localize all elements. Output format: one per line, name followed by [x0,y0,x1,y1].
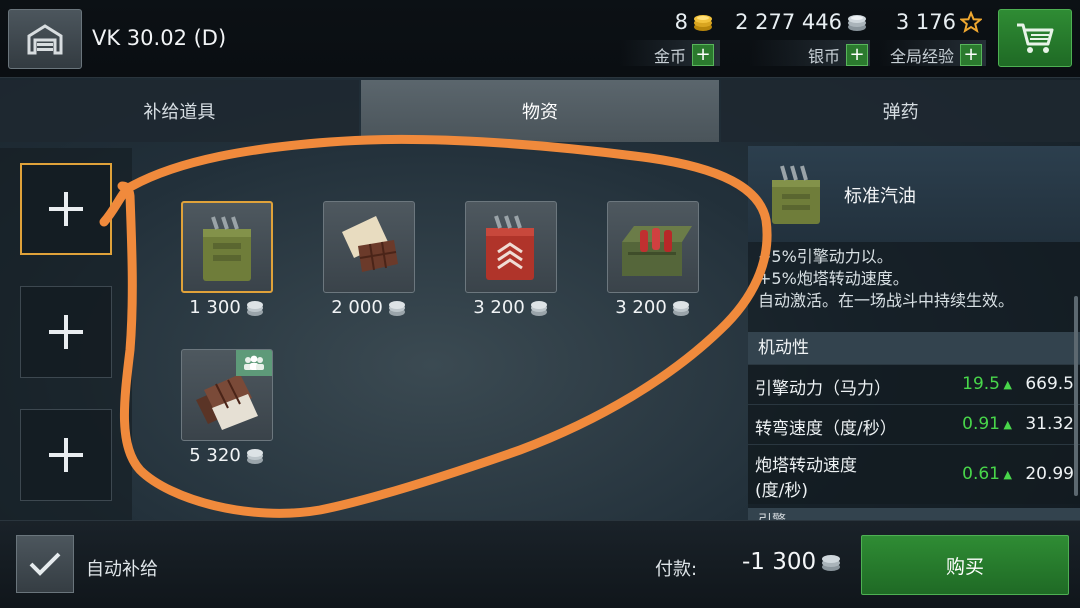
item-price: 1 300 [189,297,241,318]
item-details-panel: 标准汽油 +5%引擎动力以。 +5%炮塔转动速度。 自动激活。在一场战斗中持续生… [748,146,1080,520]
item-price: 3 200 [473,297,525,318]
consumables-tabs: 补给道具 物资 弹药 [0,80,1080,142]
item-price: 5 320 [189,445,241,466]
stat-bonus: 0.91 [962,414,1000,434]
crew-badge [236,350,272,376]
equipped-slots [0,148,132,520]
silver-coin-icon [672,300,689,316]
effects-list: +5%引擎动力以。 +5%炮塔转动速度。 自动激活。在一场战斗中持续生效。 [758,246,1076,312]
checkmark-icon [29,552,61,576]
engine-section-header: 引擎 [748,508,1080,520]
details-header: 标准汽油 [748,146,1080,242]
star-icon [960,11,982,33]
plus-icon [49,438,83,472]
stat-row-turret-traverse: 炮塔转动速度 (度/秒) 0.61 ▲ 20.99 [748,444,1080,504]
effect-line: +5%引擎动力以。 [758,247,893,266]
silver-coins-icon [848,15,866,31]
add-free-xp-button[interactable]: + [960,44,982,66]
stat-name: 引擎动力（马力） [755,379,891,399]
chocolate-icon [342,216,398,272]
stat-bonus: 0.61 [962,464,1000,484]
silver-label: 银币 [807,47,840,66]
provision-slot-1[interactable] [20,163,112,255]
free-xp-currency: 3 176 全局经验 + [880,10,982,70]
auto-resupply-checkbox[interactable] [16,535,74,593]
standard-fuel-icon [772,165,820,224]
garage-button[interactable] [8,9,82,69]
silver-coin-icon [388,300,405,316]
up-arrow-icon: ▲ [1003,468,1012,481]
item-card[interactable] [465,201,557,293]
shop-cart-button[interactable] [998,9,1072,67]
item-card[interactable] [181,349,273,441]
stat-name: 转弯速度（度/秒） [755,419,897,439]
item-enhanced-fuel[interactable]: 3 200 [465,201,557,318]
up-arrow-icon: ▲ [1003,378,1012,391]
item-card[interactable] [607,201,699,293]
gold-currency: 8 金币 + [620,10,714,70]
item-standard-fuel[interactable]: 1 300 [181,201,273,318]
standard-fuel-icon [203,216,251,281]
effect-line: 自动激活。在一场战斗中持续生效。 [758,291,1015,310]
tab-provisions[interactable]: 物资 [360,80,720,142]
item-price: 2 000 [331,297,383,318]
top-bar: VK 30.02 (D) 8 金币 + 2 277 446 银币 + 3 176… [0,0,1080,78]
plus-icon [49,192,83,226]
item-chocolate-bars[interactable]: 5 320 [181,349,273,466]
tab-ammunition[interactable]: 弹药 [721,80,1080,142]
silver-coin-icon [246,448,263,464]
stat-bonus: 19.5 [962,374,1000,394]
silver-coin-icon [530,300,547,316]
gold-coins-icon [694,15,712,31]
add-silver-button[interactable]: + [846,44,868,66]
plus-icon [49,315,83,349]
stat-name: 炮塔转动速度 [755,456,857,476]
enhanced-fuel-icon [486,215,534,280]
item-price: 3 200 [615,297,667,318]
cart-icon [1017,23,1054,53]
provision-slot-2[interactable] [20,286,112,378]
item-cola-crate[interactable]: 3 200 [607,201,699,318]
mobility-section-header: 机动性 [748,332,1080,364]
payment-amount: -1 300 [742,549,842,575]
silver-coin-icon [246,300,263,316]
bottom-bar: 自动补给 付款: -1 300 购买 [0,520,1080,608]
gold-label: 金币 [653,47,686,66]
payment-label: 付款: [655,559,698,580]
buy-button[interactable]: 购买 [861,535,1069,595]
gold-amount: 8 [674,10,688,34]
details-title: 标准汽油 [844,186,916,207]
item-card[interactable] [323,201,415,293]
details-scrollbar[interactable] [1074,296,1078,496]
auto-resupply-label: 自动补给 [86,559,158,580]
silver-currency: 2 277 446 银币 + [730,10,868,70]
add-gold-button[interactable]: + [692,44,714,66]
stat-row-traverse-speed: 转弯速度（度/秒） 0.91 ▲ 31.32 [748,404,1080,444]
stat-total: 20.99 [1025,464,1074,484]
silver-amount: 2 277 446 [735,10,842,34]
item-chocolate[interactable]: 2 000 [323,201,415,318]
crew-icon [244,355,264,370]
stat-name-unit: (度/秒) [755,481,808,501]
free-xp-amount: 3 176 [895,10,956,34]
stat-total: 669.5 [1025,374,1074,394]
effect-line: +5%炮塔转动速度。 [758,269,909,288]
stat-total: 31.32 [1025,414,1074,434]
silver-coin-icon [822,555,841,571]
tab-supplies[interactable]: 补给道具 [0,80,359,142]
provision-slot-3[interactable] [20,409,112,501]
vehicle-name: VK 30.02 (D) [92,26,227,50]
up-arrow-icon: ▲ [1003,418,1012,431]
stat-row-engine-power: 引擎动力（马力） 19.5 ▲ 669.5 [748,364,1080,404]
cola-crate-icon [622,226,692,276]
free-xp-label: 全局经验 [889,47,954,66]
payment-value: -1 300 [742,549,817,575]
item-card[interactable] [181,201,273,293]
garage-icon [27,24,63,55]
